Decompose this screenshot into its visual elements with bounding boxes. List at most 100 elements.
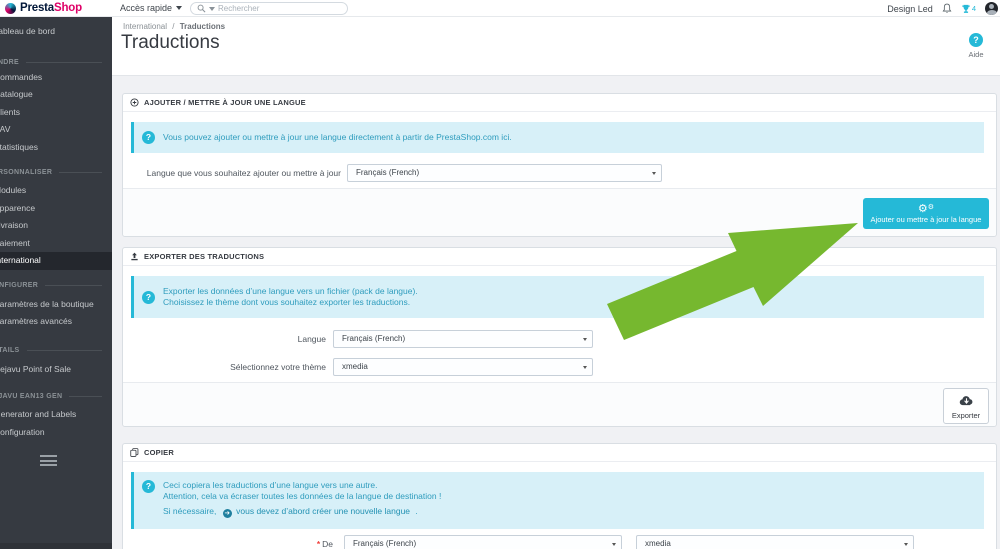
copy-info-line2: Attention, cela va écraser toutes les do… <box>163 491 442 501</box>
sidebar-item-dejavu-point-of-sale[interactable]: Dejavu Point of Sale <box>0 361 112 379</box>
export-theme-select[interactable]: xmedia <box>333 358 593 376</box>
help-button[interactable]: ? Aide <box>961 33 991 59</box>
select-caret-icon <box>612 543 616 546</box>
sidebar-item-clients[interactable]: Clients <box>0 104 112 122</box>
info-question-icon: ? <box>142 480 155 493</box>
sidebar-section-details: DETAILS <box>0 345 112 357</box>
prestashop-logo-text: PrestaShop <box>20 2 82 14</box>
copy-from-theme-select[interactable]: xmedia <box>636 535 914 549</box>
sidebar-item-paiement[interactable]: Paiement <box>0 235 112 253</box>
export-theme-label: Sélectionnez votre thème <box>230 362 326 372</box>
upload-icon <box>131 252 138 261</box>
sidebar-item-generator-labels[interactable]: Generator and Labels <box>0 406 112 424</box>
sidebar-item-sav[interactable]: SAV <box>0 121 112 139</box>
search-scope-chevron-icon[interactable] <box>209 6 215 11</box>
create-language-link[interactable]: vous devez d’abord créer une nouvelle la… <box>236 506 410 516</box>
avatar[interactable] <box>985 2 998 15</box>
sidebar-item-parametres-boutique[interactable]: Paramètres de la boutique <box>0 296 112 314</box>
sidebar-item-parametres-avances[interactable]: Paramètres avancés <box>0 313 112 331</box>
sidebar-item-international[interactable]: International <box>0 252 112 270</box>
sidebar-item-statistiques[interactable]: Statistiques <box>0 139 112 157</box>
panel-export-footer: Exporter <box>123 382 996 426</box>
sidebar-section-personnaliser: PERSONNALISER <box>0 166 112 178</box>
topbar-right-group: Design Led 4 <box>887 0 998 17</box>
add-update-language-button-label: Ajouter ou mettre à jour la langue <box>870 215 982 224</box>
top-bar: PrestaShop Accès rapide Design Led 4 <box>0 0 1000 17</box>
help-label: Aide <box>968 50 984 59</box>
panel-add-language: AJOUTER / METTRE À JOUR UNE LANGUE ? Vou… <box>122 93 997 237</box>
copy-from-language-select[interactable]: Français (French) <box>344 535 622 549</box>
export-button-label: Exporter <box>951 411 981 420</box>
export-info-alert: ? Exporter les données d’une langue vers… <box>131 276 984 318</box>
export-language-select[interactable]: Français (French) <box>333 330 593 348</box>
copy-icon <box>130 448 139 457</box>
notifications-button[interactable] <box>942 3 952 14</box>
panel-add-footer: ⚙⚙ Ajouter ou mettre à jour la langue <box>123 188 996 236</box>
gears-icon: ⚙⚙ <box>917 202 935 215</box>
add-info-alert: ? Vous pouvez ajouter ou mettre à jour u… <box>131 122 984 153</box>
add-language-select[interactable]: Français (French) <box>347 164 662 182</box>
sidebar-item-tableau-de-bord[interactable]: Tableau de bord <box>0 23 112 41</box>
prestashop-logo-icon <box>5 2 16 14</box>
export-info-line1: Exporter les données d’une langue vers u… <box>163 286 418 296</box>
copy-info-text: Ceci copiera les traductions d’une langu… <box>163 480 441 518</box>
panel-copy-title: COPIER <box>144 448 174 457</box>
sidebar-item-apparence[interactable]: Apparence <box>0 200 112 218</box>
breadcrumb-current: Traductions <box>179 22 226 31</box>
sidebar-item-commandes[interactable]: Commandes <box>0 69 112 87</box>
collapse-menu-icon[interactable] <box>40 455 112 466</box>
breadcrumb-separator: / <box>172 22 175 31</box>
chevron-down-icon <box>176 6 183 10</box>
search-input[interactable] <box>218 4 341 13</box>
sidebar-footer-strip <box>0 543 112 549</box>
copy-from-language-value: Français (French) <box>353 539 417 548</box>
breadcrumb-parent[interactable]: International <box>123 22 167 31</box>
section-divider <box>69 395 102 397</box>
trophy-icon <box>961 4 970 13</box>
export-theme-select-value: xmedia <box>342 362 368 371</box>
sidebar-item-configuration[interactable]: Configuration <box>0 424 112 442</box>
panel-export-title: EXPORTER DES TRADUCTIONS <box>144 252 265 261</box>
copy-from-theme-value: xmedia <box>645 539 671 548</box>
section-divider <box>45 285 102 286</box>
quick-access-label: Accès rapide <box>120 3 173 13</box>
section-divider <box>26 350 102 351</box>
bell-icon <box>942 3 952 13</box>
sidebar-item-modules[interactable]: Modules <box>0 182 112 200</box>
shop-name-label[interactable]: Design Led <box>887 4 933 14</box>
export-language-label: Langue <box>297 334 326 344</box>
panel-copy-header: COPIER <box>123 444 996 462</box>
achievements-button[interactable]: 4 <box>961 4 976 14</box>
copy-info-line3: Si nécessaire, ➔ vous devez d’abord crée… <box>163 506 441 518</box>
section-divider <box>25 62 102 63</box>
info-question-icon: ? <box>142 131 155 144</box>
export-info-line2: Choisissez le thème dont vous souhaitez … <box>163 297 411 307</box>
add-language-label: Langue que vous souhaitez ajouter ou met… <box>146 168 341 178</box>
add-language-select-value: Français (French) <box>356 168 420 177</box>
section-divider <box>59 171 102 173</box>
select-caret-icon <box>652 172 656 175</box>
sidebar-section-configurer: CONFIGURER <box>0 280 112 292</box>
export-button[interactable]: Exporter <box>943 388 989 424</box>
info-question-icon: ? <box>142 290 155 304</box>
copy-info-alert: ? Ceci copiera les traductions d’une lan… <box>131 472 984 529</box>
select-caret-icon <box>583 366 587 369</box>
panel-export-translations: EXPORTER DES TRADUCTIONS ? Exporter les … <box>122 247 997 427</box>
breadcrumb: International / Traductions <box>123 22 225 31</box>
circle-plus-icon <box>130 98 139 107</box>
quick-access-menu[interactable]: Accès rapide <box>120 3 183 13</box>
select-caret-icon <box>904 543 908 546</box>
search-box[interactable] <box>190 2 348 15</box>
sidebar-nav: Tableau de bord VENDRE Commandes Catalog… <box>0 17 112 549</box>
achievements-count: 4 <box>971 4 976 13</box>
external-link-icon: ➔ <box>222 509 232 518</box>
export-language-select-value: Français (French) <box>342 334 406 343</box>
prestashop-logo[interactable]: PrestaShop <box>5 2 82 14</box>
add-update-language-button[interactable]: ⚙⚙ Ajouter ou mettre à jour la langue <box>863 198 989 229</box>
page-header: International / Traductions Traductions … <box>112 17 1000 76</box>
sidebar-item-catalogue[interactable]: Catalogue <box>0 86 112 104</box>
sidebar-item-livraison[interactable]: Livraison <box>0 217 112 235</box>
sidebar-section-vendre: VENDRE <box>0 57 112 69</box>
search-icon <box>197 4 206 13</box>
sidebar-section-dejavu-ean13: DEJAVU EAN13 GEN <box>0 390 112 402</box>
